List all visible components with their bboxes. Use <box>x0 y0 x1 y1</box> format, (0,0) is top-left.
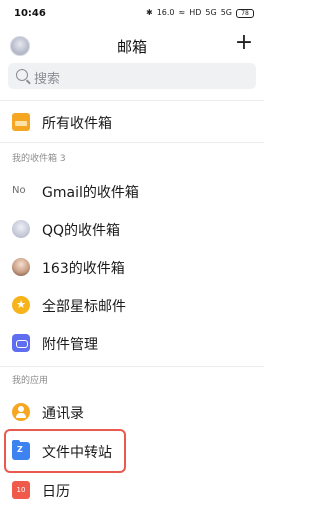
page-title: 邮箱 <box>116 38 147 56</box>
add-button[interactable]: + <box>232 32 256 56</box>
signal-icon-1: 5G <box>205 8 217 17</box>
search-placeholder: 搜索 <box>34 72 61 87</box>
signal-icon-2: 5G <box>220 8 232 17</box>
account-item-gmail[interactable]: No Gmail的收件箱 <box>0 173 264 209</box>
contacts-icon <box>12 403 30 421</box>
app-item-contacts[interactable]: 通讯录 <box>0 394 264 430</box>
battery-icon: 78 <box>236 8 254 18</box>
attachment-manager-item[interactable]: 附件管理 <box>0 325 264 361</box>
search-input[interactable]: 搜索 <box>8 63 256 89</box>
attachment-icon <box>12 334 30 352</box>
search-icon <box>16 69 28 81</box>
bluetooth-icon: ✱ <box>146 8 153 17</box>
section-my-inboxes: 我的收件箱 3 <box>12 154 66 164</box>
header: 邮箱 + <box>0 30 264 60</box>
attachment-manager-label: 附件管理 <box>42 337 98 353</box>
wifi-icon: ≈ <box>178 8 186 17</box>
starred-mail-label: 全部星标邮件 <box>42 299 126 315</box>
account-label: Gmail的收件箱 <box>42 185 139 201</box>
status-icons: ✱ 16.0 ≈ HD 5G 5G 78 <box>146 7 254 19</box>
star-icon: ★ <box>12 296 30 314</box>
divider <box>0 366 264 367</box>
account-label: QQ的收件箱 <box>42 223 121 239</box>
account-item-163[interactable]: 163的收件箱 <box>0 249 264 285</box>
hd-icon: HD <box>189 8 202 17</box>
starred-mail-item[interactable]: ★ 全部星标邮件 <box>0 287 264 323</box>
divider <box>0 142 264 143</box>
app-label: 通讯录 <box>42 406 84 422</box>
account-item-qq[interactable]: QQ的收件箱 <box>0 211 264 247</box>
gmail-icon: No <box>12 185 26 196</box>
calendar-icon: 10 <box>12 481 30 499</box>
all-inbox-item[interactable]: 所有收件箱 <box>0 104 264 140</box>
divider <box>0 100 264 101</box>
highlight-box <box>4 429 126 473</box>
status-time: 10:46 <box>14 8 46 19</box>
network-speed: 16.0 <box>156 8 175 17</box>
account-label: 163的收件箱 <box>42 261 125 277</box>
section-my-apps: 我的应用 <box>12 376 49 386</box>
inbox-icon <box>12 113 30 131</box>
app-item-calendar[interactable]: 10 日历 <box>0 472 264 508</box>
all-inbox-label: 所有收件箱 <box>42 116 112 132</box>
status-bar: 10:46 ✱ 16.0 ≈ HD 5G 5G 78 <box>0 0 264 30</box>
163-avatar-icon <box>12 258 30 276</box>
qq-avatar-icon <box>12 220 30 238</box>
app-label: 日历 <box>42 484 70 500</box>
